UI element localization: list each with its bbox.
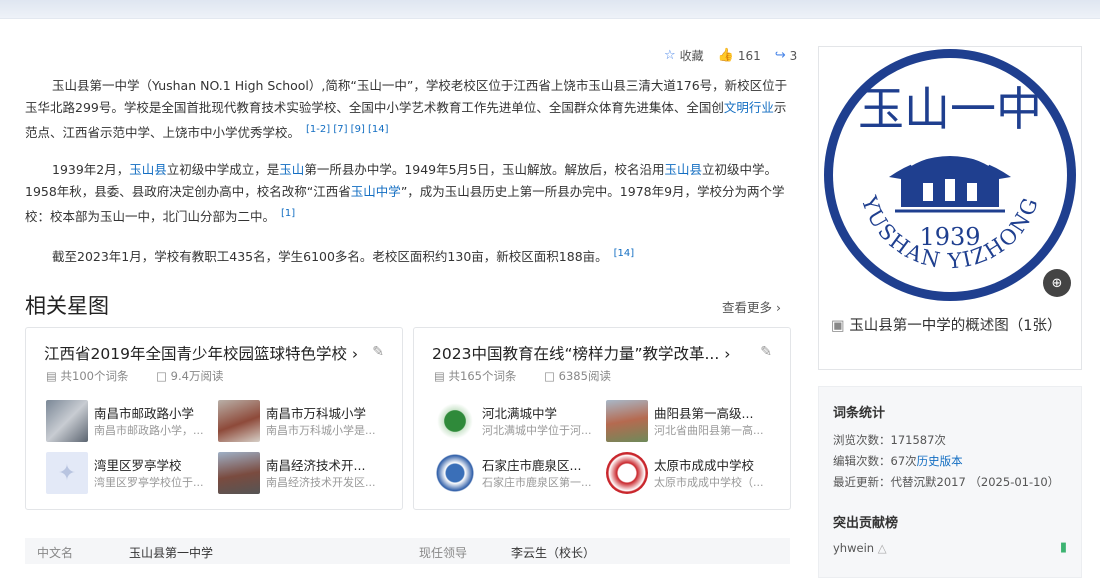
- school-emblem-icon: [434, 452, 476, 494]
- contributors-title: 突出贡献榜: [833, 516, 899, 531]
- info-value: 玉山县第一中学: [129, 546, 214, 560]
- card-meta: ▤ 共100个词条 □ 9.4万阅读: [46, 368, 247, 384]
- like-button[interactable]: 👍 161: [718, 48, 761, 63]
- entry-count: ▤ 共100个词条: [46, 369, 129, 383]
- info-label: 中文名: [37, 546, 74, 560]
- thumbs-up-icon: 👍: [717, 48, 734, 63]
- stats-title: 词条统计: [833, 406, 886, 421]
- school-emblem-icon: [606, 452, 648, 494]
- like-count: 161: [737, 48, 761, 63]
- image-add-icon[interactable]: ⊕: [1043, 269, 1071, 297]
- reference-links[interactable]: [1-2] [7] [9] [14]: [306, 124, 389, 135]
- related-card[interactable]: 江西省2019年全国青少年校园篮球特色学校 › ✎ ▤ 共100个词条 □ 9.…: [25, 327, 403, 510]
- card-title[interactable]: 2023中国教育在线“榜样力量”教学改革... ›: [432, 342, 730, 364]
- related-card[interactable]: 2023中国教育在线“榜样力量”教学改革... › ✎ ▤ 共165个词条 □ …: [413, 327, 791, 510]
- info-label: 现任领导: [419, 546, 468, 560]
- reference-link[interactable]: [1]: [281, 208, 295, 219]
- reference-link[interactable]: [14]: [614, 248, 635, 259]
- link-yushan-county[interactable]: 玉山县: [129, 162, 167, 177]
- entry-thumbnail: [46, 400, 88, 442]
- history-paragraph: 1939年2月，玉山县立初级中学成立，是玉山第一所县办中学。1949年5月5日，…: [25, 162, 785, 225]
- card-entry[interactable]: 南昌市邮政路小学 南昌市邮政路小学，...: [46, 400, 211, 442]
- updated-row: 最近更新：代替沉默2017 （2025-01-10）: [833, 475, 1060, 489]
- related-section-title: 相关星图: [25, 294, 109, 318]
- card-entry[interactable]: 南昌经济技术开... 南昌经济技术开发区...: [218, 452, 383, 494]
- share-count: 3: [789, 48, 798, 63]
- entry-stats-panel: 词条统计 浏览次数：171587次 编辑次数：67次历史版本 最近更新：代替沉默…: [818, 386, 1082, 578]
- views-row: 浏览次数：171587次: [833, 433, 946, 447]
- chevron-right-icon: ›: [351, 345, 359, 363]
- school-emblem-icon: [434, 400, 476, 442]
- chevron-right-icon: ›: [776, 300, 781, 315]
- bookmark-icon[interactable]: ▮: [1060, 540, 1067, 555]
- card-title[interactable]: 江西省2019年全国青少年校园篮球特色学校 ›: [44, 342, 358, 364]
- see-more-link[interactable]: 查看更多 ›: [722, 297, 781, 316]
- entry-thumbnail: [606, 400, 648, 442]
- stats-paragraph: 截至2023年1月，学校有教职工435名，学生6100多名。老校区面积约130亩…: [52, 248, 635, 265]
- entry-thumbnail: [218, 452, 260, 494]
- gallery-icon: ▣: [831, 318, 845, 334]
- edits-row: 编辑次数：67次历史版本: [833, 454, 963, 468]
- link-civilized-industry[interactable]: 文明行业: [724, 100, 774, 115]
- card-entry[interactable]: 石家庄市鹿泉区... 石家庄市鹿泉区第一...: [434, 452, 599, 494]
- link-yushan[interactable]: 玉山: [279, 162, 304, 177]
- history-version-link[interactable]: 历史版本: [917, 454, 963, 468]
- edit-icon[interactable]: ✎: [760, 344, 772, 360]
- image-caption[interactable]: ▣ 玉山县第一中学的概述图（1张）: [831, 315, 1069, 337]
- school-logo: 玉山一中 1939 YUSHAN YIZHONG: [824, 49, 1076, 301]
- entry-thumbnail: [218, 400, 260, 442]
- entry-actions: ☆ 收藏 👍 161 ↪ 3: [664, 47, 797, 64]
- card-entry[interactable]: 河北满城中学 河北满城中学位于河...: [434, 400, 599, 442]
- summary-image-box[interactable]: 玉山一中 1939 YUSHAN YIZHONG ⊕ ▣ 玉山县第一中学的概述图…: [818, 46, 1082, 370]
- share-button[interactable]: ↪ 3: [775, 48, 798, 63]
- collect-label: 收藏: [679, 49, 704, 63]
- card-entry[interactable]: ✦ 湾里区罗亭学校 湾里区罗亭学校位于...: [46, 452, 211, 494]
- card-entry[interactable]: 曲阳县第一高级... 河北省曲阳县第一高...: [606, 400, 771, 442]
- contributor-row[interactable]: yhwein △: [833, 541, 887, 555]
- info-value: 李云生（校长）: [511, 546, 596, 560]
- read-count: □ 9.4万阅读: [156, 369, 224, 383]
- browser-top-strip: [0, 0, 1100, 19]
- chevron-right-icon: ›: [724, 345, 731, 363]
- card-meta: ▤ 共165个词条 □ 6385阅读: [434, 368, 635, 384]
- intro-paragraph: 玉山县第一中学（Yushan NO.1 High School）,简称“玉山一中…: [25, 78, 788, 141]
- warning-icon: △: [877, 541, 887, 555]
- star-icon: ☆: [664, 48, 676, 63]
- card-entry[interactable]: 南昌市万科城小学 南昌市万科城小学是...: [218, 400, 383, 442]
- placeholder-star-icon: ✦: [46, 452, 88, 494]
- collect-button[interactable]: ☆ 收藏: [664, 47, 704, 64]
- link-yushan-county-2[interactable]: 玉山县: [665, 162, 703, 177]
- read-count: □ 6385阅读: [544, 369, 611, 383]
- card-entry[interactable]: 太原市成成中学校 太原市成成中学校（...: [606, 452, 771, 494]
- entry-count: ▤ 共165个词条: [434, 369, 517, 383]
- logo-top-text: 玉山一中: [858, 82, 1042, 136]
- basic-info-table: 中文名 玉山县第一中学 现任领导 李云生（校长）: [25, 538, 790, 564]
- share-icon: ↪: [774, 48, 786, 63]
- link-yushan-middle-school[interactable]: 玉山中学: [351, 184, 401, 199]
- edit-icon[interactable]: ✎: [372, 344, 384, 360]
